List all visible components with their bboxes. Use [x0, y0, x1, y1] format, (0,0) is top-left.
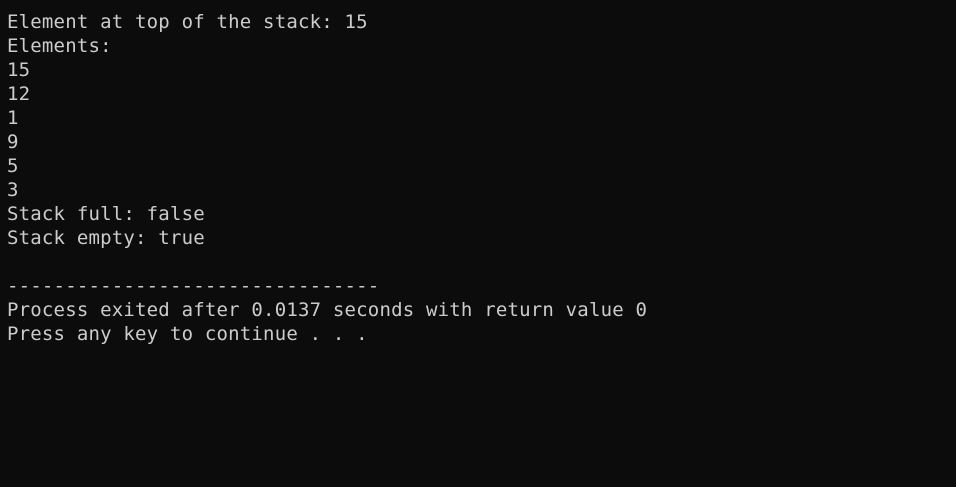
- stack-element-line: 3: [7, 179, 19, 201]
- separator-line: --------------------------------: [7, 275, 380, 297]
- elements-header-line: Elements:: [7, 35, 112, 57]
- stack-element-line: 1: [7, 107, 19, 129]
- stack-element-line: 12: [7, 83, 31, 105]
- stack-element-line: 15: [7, 59, 31, 81]
- stack-element-line: 9: [7, 131, 19, 153]
- top-of-stack-line: Element at top of the stack: 15: [7, 11, 368, 33]
- press-key-prompt: Press any key to continue . . .: [7, 323, 368, 345]
- console-output[interactable]: Element at top of the stack: 15 Elements…: [0, 0, 956, 487]
- stack-full-line: Stack full: false: [7, 203, 205, 225]
- stack-empty-line: Stack empty: true: [7, 227, 205, 249]
- stack-element-line: 5: [7, 155, 19, 177]
- process-exit-line: Process exited after 0.0137 seconds with…: [7, 299, 648, 321]
